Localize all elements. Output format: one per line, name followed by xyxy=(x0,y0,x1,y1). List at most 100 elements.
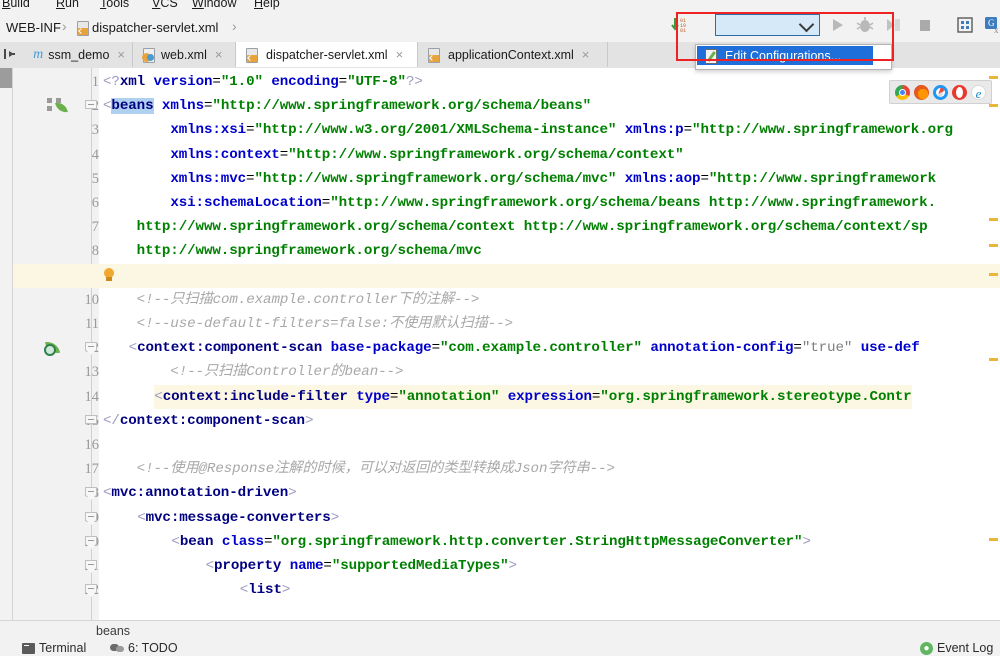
code-line[interactable]: xmlns:xsi="http://www.w3.org/2001/XMLSch… xyxy=(103,118,953,142)
code-fold-marker[interactable] xyxy=(85,584,98,598)
code-line[interactable]: <!--只扫描Controller的bean--> xyxy=(103,360,403,384)
google-translate-button[interactable]: G x xyxy=(982,14,1000,36)
code-line[interactable]: <list> xyxy=(240,578,291,602)
code-fold-marker[interactable] xyxy=(85,511,98,525)
editor-tab-web-xml[interactable]: web.xml × xyxy=(133,42,236,67)
code-fold-marker[interactable] xyxy=(85,487,98,501)
svg-text:01: 01 xyxy=(680,28,686,34)
code-fold-marker[interactable] xyxy=(85,100,98,113)
breadcrumb-file[interactable]: dispatcher-servlet.xml xyxy=(76,19,218,36)
status-bar: Terminal 6: TODO ● Event Log xyxy=(0,642,1000,656)
status-terminal[interactable]: Terminal xyxy=(22,642,86,655)
tab-close-icon[interactable]: × xyxy=(582,48,590,61)
code-line[interactable]: <property name="supportedMediaTypes"> xyxy=(206,554,517,578)
scrollbar-warning-marker[interactable] xyxy=(989,76,998,79)
status-event-log[interactable]: ● Event Log xyxy=(920,642,993,655)
tab-close-icon[interactable]: × xyxy=(396,48,404,61)
edit-configurations-icon xyxy=(705,48,719,64)
svg-text:x: x xyxy=(994,25,999,35)
editor-left-stripe[interactable] xyxy=(0,68,13,620)
scrollbar-warning-marker[interactable] xyxy=(989,273,998,276)
line-number: 1 xyxy=(91,74,99,90)
breadcrumb-separator-icon-2: › xyxy=(232,18,237,34)
stop-button[interactable] xyxy=(914,14,936,36)
tab-close-icon[interactable]: × xyxy=(215,48,223,61)
code-line[interactable]: <?xml version="1.0" encoding="UTF-8"?> xyxy=(103,70,423,94)
code-line[interactable]: <beans xmlns="http://www.springframework… xyxy=(103,94,591,118)
debug-button[interactable] xyxy=(854,14,876,36)
ie-icon[interactable]: e xyxy=(971,84,986,101)
code-line[interactable]: <!--只扫描com.example.controller下的注解--> xyxy=(103,288,480,312)
run-configuration-dropdown-menu[interactable]: Edit Configurations... xyxy=(695,44,892,70)
status-todo-label: 6: TODO xyxy=(128,642,178,655)
line-number: 4 xyxy=(91,146,99,163)
run-configuration-selector[interactable] xyxy=(715,14,820,36)
line-number: 11 xyxy=(85,316,99,332)
menu-tools[interactable]: Tools xyxy=(100,0,129,11)
run-toolbar: 01 10 01 G x xyxy=(668,11,1000,40)
code-text-area[interactable]: <?xml version="1.0" encoding="UTF-8"?> <b… xyxy=(99,68,1000,620)
menu-help[interactable]: Help xyxy=(254,0,280,11)
run-with-coverage-button[interactable] xyxy=(882,14,904,36)
code-line[interactable]: xsi:schemaLocation="http://www.springfra… xyxy=(103,191,936,215)
menu-build[interactable]: Build xyxy=(2,0,30,11)
scrollbar-warning-marker[interactable] xyxy=(989,104,998,107)
chrome-icon[interactable] xyxy=(895,84,910,100)
scrollbar-warning-marker[interactable] xyxy=(989,244,998,247)
editor-tab-dispatcher-servlet-xml[interactable]: dispatcher-servlet.xml × xyxy=(236,42,418,67)
code-fold-marker[interactable] xyxy=(85,560,98,573)
code-fold-marker[interactable] xyxy=(85,535,98,549)
menu-window[interactable]: Window xyxy=(192,0,236,11)
code-line[interactable]: </context:component-scan> xyxy=(103,409,313,433)
line-number: 5 xyxy=(91,170,99,187)
code-line[interactable]: <mvc:message-converters> xyxy=(137,506,339,530)
menu-item-edit-configurations[interactable]: Edit Configurations... xyxy=(697,46,873,65)
breadcrumb-file-label: dispatcher-servlet.xml xyxy=(92,20,219,35)
browser-preview-toolbar[interactable]: e xyxy=(889,80,992,104)
breadcrumb-beans[interactable]: beans xyxy=(96,624,130,638)
line-number: 7 xyxy=(91,219,99,236)
hide-tabs-icon[interactable] xyxy=(2,46,18,62)
code-fold-marker[interactable] xyxy=(85,414,98,428)
update-project-icon[interactable]: 01 10 01 xyxy=(668,14,690,36)
tab-label: web.xml xyxy=(161,47,207,62)
editor-tab-applicationContext-xml[interactable]: applicationContext.xml × xyxy=(418,42,608,67)
menu-run[interactable]: Run xyxy=(56,0,79,11)
code-line[interactable]: http://www.springframework.org/schema/co… xyxy=(103,215,928,239)
line-number: 10 xyxy=(33,288,100,312)
intention-bulb-icon[interactable] xyxy=(102,267,116,284)
scrollbar-warning-marker[interactable] xyxy=(989,218,998,221)
line-number: 17 xyxy=(33,457,100,481)
tab-close-icon[interactable]: × xyxy=(117,48,125,61)
scrollbar-warning-marker[interactable] xyxy=(989,358,998,361)
code-line[interactable]: <!--use-default-filters=false:不使用默认扫描--> xyxy=(103,312,513,336)
code-line[interactable]: <bean class="org.springframework.http.co… xyxy=(171,530,811,554)
todo-icon xyxy=(110,643,124,654)
menu-vcs[interactable]: VCS xyxy=(152,0,178,11)
code-line[interactable]: xmlns:mvc="http://www.springframework.or… xyxy=(103,167,936,191)
spring-bean-icon[interactable] xyxy=(47,98,69,115)
code-fold-marker[interactable] xyxy=(85,342,98,356)
code-line[interactable]: http://www.springframework.org/schema/mv… xyxy=(103,239,482,263)
code-line[interactable]: <context:component-scan base-package="co… xyxy=(129,336,920,360)
code-line[interactable]: xmlns:context="http://www.springframewor… xyxy=(103,143,683,167)
scrollbar-warning-marker[interactable] xyxy=(989,538,998,541)
xml-file-icon xyxy=(76,21,89,36)
project-structure-button[interactable] xyxy=(954,14,976,36)
breadcrumb-root[interactable]: WEB-INF xyxy=(6,19,61,36)
code-line[interactable]: <!--使用@Response注解的时候，可以对返回的类型转换成Json字符串-… xyxy=(103,457,615,481)
firefox-icon[interactable] xyxy=(914,84,929,100)
opera-icon[interactable] xyxy=(952,84,967,100)
code-line[interactable]: <context:include-filter type="annotation… xyxy=(154,384,912,409)
spring-search-icon[interactable] xyxy=(43,340,61,357)
run-button[interactable] xyxy=(826,14,848,36)
breadcrumb-separator-icon: › xyxy=(62,18,67,34)
line-number: 3 xyxy=(91,122,99,139)
tab-label: applicationContext.xml xyxy=(448,47,574,62)
editor-tab-ssm_demo[interactable]: m ssm_demo × xyxy=(24,42,133,67)
tab-label: dispatcher-servlet.xml xyxy=(266,47,388,62)
line-number: 14 xyxy=(33,385,100,409)
status-todo[interactable]: 6: TODO xyxy=(110,642,178,655)
code-line[interactable]: <mvc:annotation-driven> xyxy=(103,481,297,505)
safari-icon[interactable] xyxy=(933,84,948,100)
